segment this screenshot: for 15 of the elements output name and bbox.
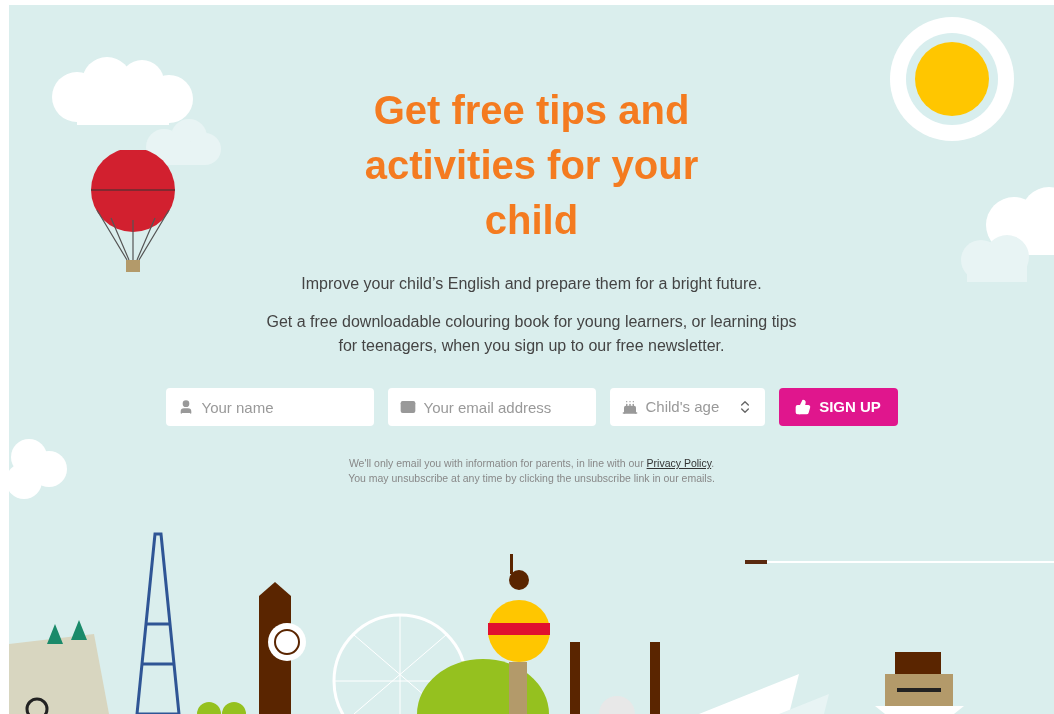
privacy-notice: We'll only email you with information for parents, in line with our Privacy Policy. — [348, 456, 715, 471]
name-field[interactable]: Your name — [165, 388, 374, 426]
page-heading: Get free tips and activities for your child — [363, 87, 700, 244]
thumbs-up-icon — [795, 399, 812, 415]
hot-air-balloon-icon — [89, 150, 177, 275]
email-field[interactable]: Your email address — [387, 388, 596, 426]
sun-icon — [888, 15, 1016, 143]
cloud-icon — [959, 185, 1054, 285]
cloud-icon — [9, 437, 69, 501]
sign-up-button[interactable]: SIGN UP — [778, 388, 898, 426]
description-text: Get a free downloadable colouring book for young learners, or learning tips for teenagers, when you sign up to our free newsletter. — [265, 312, 798, 356]
unsubscribe-notice: You may unsubscribe at any time by clicking the unsubscribe link in our emails. — [348, 471, 715, 486]
intro-text: Improve your child’s English and prepare them for a bright future. — [301, 274, 762, 294]
age-select[interactable]: Child's age — [609, 388, 765, 426]
cake-icon — [621, 399, 638, 415]
